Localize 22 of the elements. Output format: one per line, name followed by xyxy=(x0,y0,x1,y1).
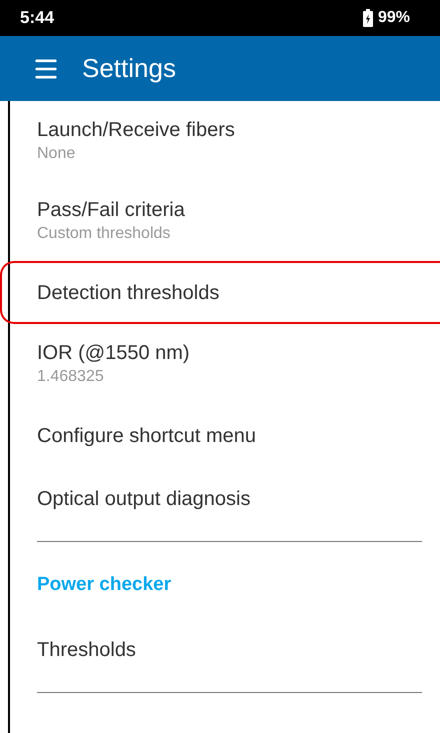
settings-item[interactable]: Detection thresholds xyxy=(0,261,440,324)
item-subtitle: None xyxy=(37,144,76,164)
item-subtitle: Custom thresholds xyxy=(37,224,172,244)
item-title: Optical output diagnosis xyxy=(37,486,252,512)
app-bar-title: Settings xyxy=(82,52,176,85)
item-title: Detection thresholds xyxy=(37,280,220,306)
item-title: Thresholds xyxy=(37,638,137,662)
item-subtitle: 1.468325 xyxy=(37,367,105,387)
item-title: IOR (@1550 nm) xyxy=(37,341,191,366)
item-title: Launch/Receive fibers xyxy=(37,118,236,143)
settings-item[interactable]: Pass/Fail criteria Custom thresholds xyxy=(0,181,440,261)
settings-item[interactable]: Thresholds xyxy=(0,618,440,681)
section-header: Power checker xyxy=(37,572,172,597)
settings-item[interactable]: IOR (@1550 nm) 1.468325 xyxy=(0,324,440,404)
item-title: Pass/Fail criteria xyxy=(37,198,186,223)
status-time: 5:44 xyxy=(20,7,54,30)
settings-item[interactable]: Optical output diagnosis xyxy=(0,467,440,530)
settings-item[interactable]: Launch/Receive fibers None xyxy=(0,101,440,181)
settings-item[interactable]: Configure shortcut menu xyxy=(0,404,440,467)
battery-charging-icon xyxy=(362,9,373,27)
item-title: Configure shortcut menu xyxy=(37,424,258,448)
battery-percent: 99% xyxy=(378,8,410,28)
